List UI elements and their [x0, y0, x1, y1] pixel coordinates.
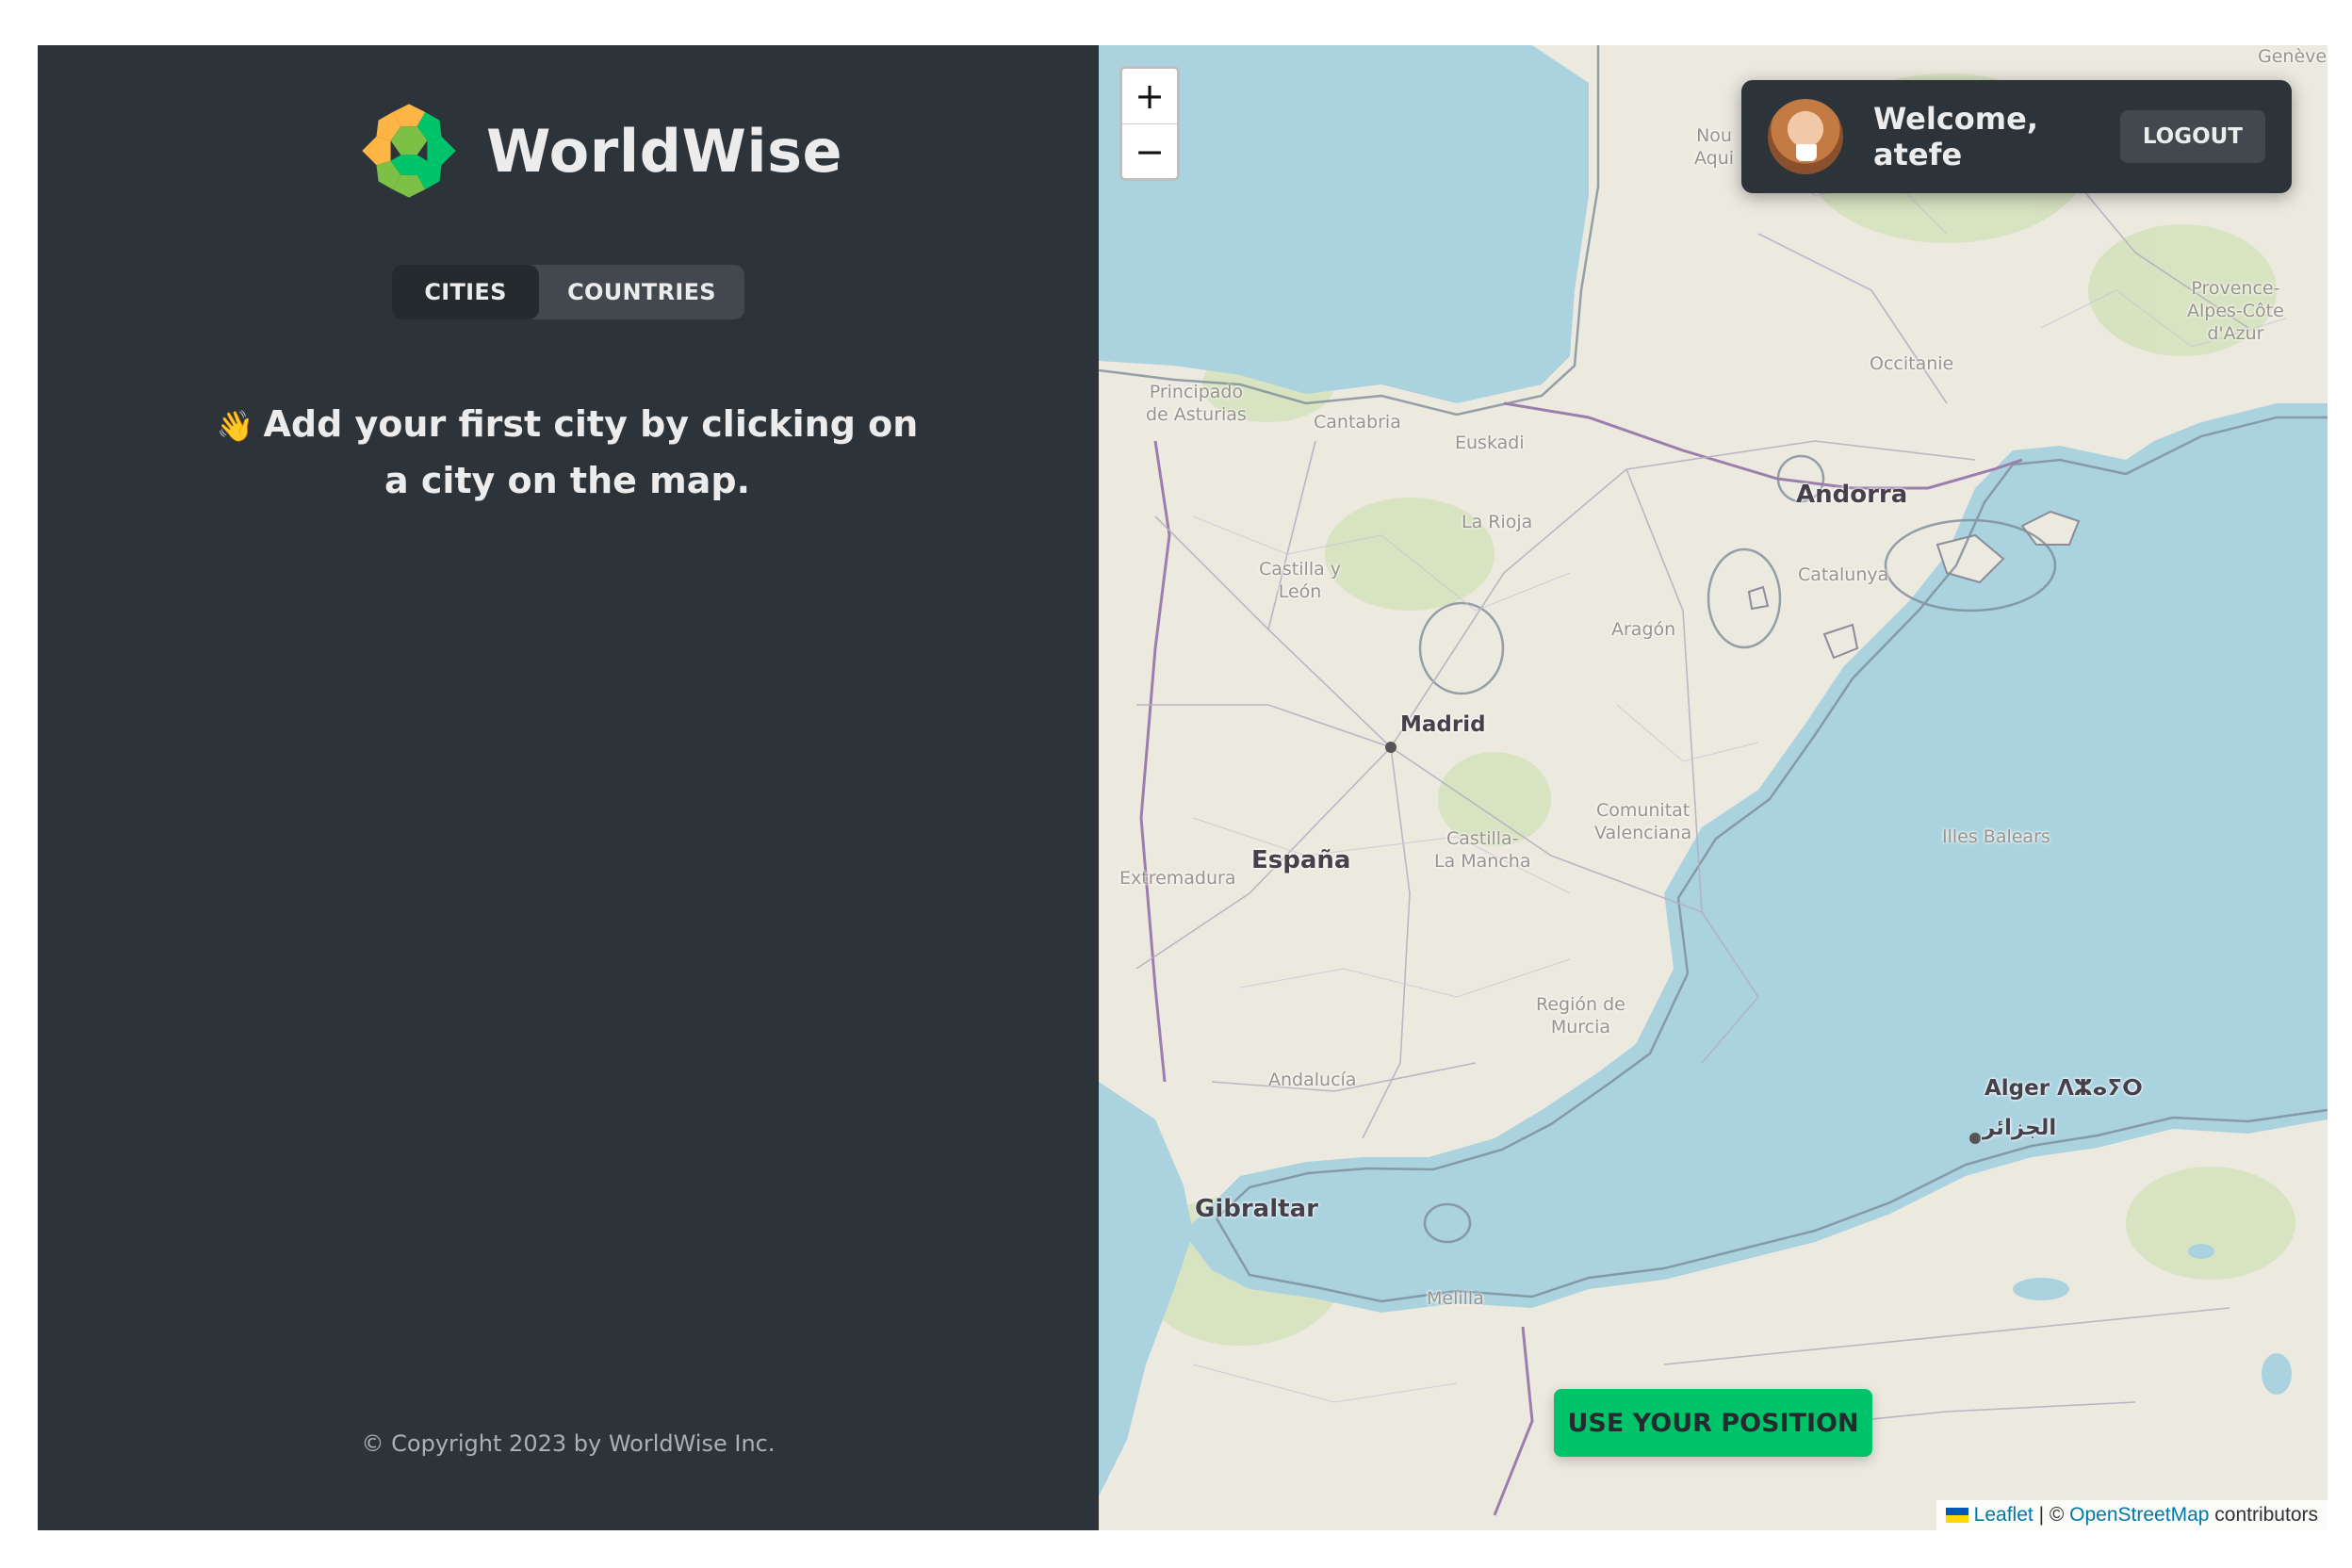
avatar — [1768, 99, 1843, 174]
zoom-out-button[interactable]: − — [1122, 123, 1177, 178]
map-label-castilla-leon-line-1: Castilla y — [1259, 559, 1342, 580]
map-label-la-rioja: La Rioja — [1462, 512, 1533, 532]
waving-hand-icon: 👋 — [216, 408, 254, 444]
map-label-nouvelle-aquitaine: Nou Aqui — [1694, 124, 1734, 170]
map-label-castilla-leon: Castilla y León — [1259, 558, 1341, 603]
map-label-valenciana-line-1: Comunitat — [1595, 800, 1690, 821]
user-panel: Welcome, atefe LOGOUT — [1741, 80, 2292, 193]
map-label-murcia-line-1: Región de — [1536, 994, 1625, 1015]
map-label-castilla-mancha-line-2: La Mancha — [1434, 851, 1531, 872]
attribution-suffix: contributors — [2209, 1504, 2318, 1526]
openstreetmap-link[interactable]: OpenStreetMap — [2069, 1504, 2209, 1527]
map-tiles[interactable] — [1099, 45, 2328, 1530]
map-label-provence-line-1: Provence- — [2191, 278, 2280, 299]
empty-state-message: 👋 Add your first city by clicking on a ci… — [207, 397, 927, 508]
map-label-asturias-line-2: de Asturias — [1146, 404, 1247, 425]
map-label-andalucia: Andalucía — [1268, 1070, 1357, 1090]
map-label-occitanie: Occitanie — [1870, 353, 1954, 374]
map-label-algiers-ar: الجزائر — [1983, 1116, 2057, 1140]
map-label-castilla-mancha-line-1: Castilla- — [1446, 828, 1519, 849]
map-label-geneve: Genève — [2258, 46, 2328, 67]
welcome-text: Welcome, atefe — [1873, 101, 2038, 172]
map-label-aragon: Aragón — [1611, 619, 1676, 640]
map-label-madrid: Madrid — [1400, 712, 1486, 737]
map-label-valenciana-line-2: Valenciana — [1594, 823, 1692, 843]
tab-countries[interactable]: COUNTRIES — [539, 265, 744, 319]
map-label-cantabria: Cantabria — [1314, 412, 1401, 433]
logout-button[interactable]: LOGOUT — [2119, 110, 2265, 163]
map-label-provence-line-2: Alpes-Côte — [2187, 301, 2284, 321]
ukraine-flag-icon — [1945, 1508, 1968, 1523]
map-label-extremadura: Extremadura — [1119, 868, 1236, 889]
map-label-catalunya: Catalunya — [1798, 564, 1889, 585]
map-label-andorra: Andorra — [1796, 481, 1908, 509]
tab-cities[interactable]: CITIES — [392, 265, 539, 319]
tab-nav: CITIES COUNTRIES — [392, 265, 744, 319]
map-label-provence: Provence- Alpes-Côte d'Azur — [2187, 277, 2284, 345]
map-label-murcia: Región de Murcia — [1536, 993, 1625, 1038]
leaflet-link[interactable]: Leaflet — [1974, 1504, 2034, 1527]
attribution-separator: | © — [2033, 1504, 2070, 1526]
map-label-castilla-leon-line-2: León — [1278, 581, 1322, 602]
map-label-nouvelle-line-2: Aqui — [1694, 148, 1735, 169]
map-label-provence-line-3: d'Azur — [2207, 323, 2264, 344]
globe-logo-icon — [360, 102, 458, 200]
app-layout: WorldWise CITIES COUNTRIES 👋 Add your fir… — [38, 45, 2328, 1530]
map-label-nouvelle-line-1: Nou — [1696, 125, 1732, 146]
map-container[interactable]: Madrid España Andorra Gibraltar Alger ⴷⵣ… — [1099, 45, 2328, 1530]
map-label-alger: Alger ⴷⵣⴰⵢⵔ — [1984, 1076, 2143, 1101]
map-label-illes-balears: Illes Balears — [1942, 826, 2050, 847]
map-label-euskadi: Euskadi — [1455, 433, 1525, 453]
zoom-in-button[interactable]: + — [1122, 69, 1177, 123]
map-label-asturias-line-1: Principado — [1149, 382, 1244, 402]
logo[interactable]: WorldWise — [358, 100, 842, 202]
sidebar: WorldWise CITIES COUNTRIES 👋 Add your fir… — [38, 45, 1099, 1530]
map-label-espana: España — [1251, 846, 1351, 874]
logo-text: WorldWise — [486, 116, 843, 186]
map-attribution: Leaflet | © OpenStreetMap contributors — [1936, 1500, 2328, 1530]
map-label-melilla: Melilla — [1427, 1288, 1484, 1309]
map-label-valenciana: Comunitat Valenciana — [1594, 799, 1691, 844]
map-label-castilla-mancha: Castilla- La Mancha — [1434, 827, 1530, 873]
map-label-asturias: Principado de Asturias — [1146, 381, 1247, 426]
empty-state-text: Add your first city by clicking on a cit… — [263, 403, 919, 501]
map-label-gibraltar: Gibraltar — [1195, 1195, 1318, 1223]
map-label-murcia-line-2: Murcia — [1550, 1017, 1611, 1037]
zoom-control: + − — [1119, 66, 1180, 181]
use-position-button[interactable]: USE YOUR POSITION — [1554, 1389, 1872, 1457]
copyright-footer: © Copyright 2023 by WorldWise Inc. — [361, 1430, 776, 1457]
